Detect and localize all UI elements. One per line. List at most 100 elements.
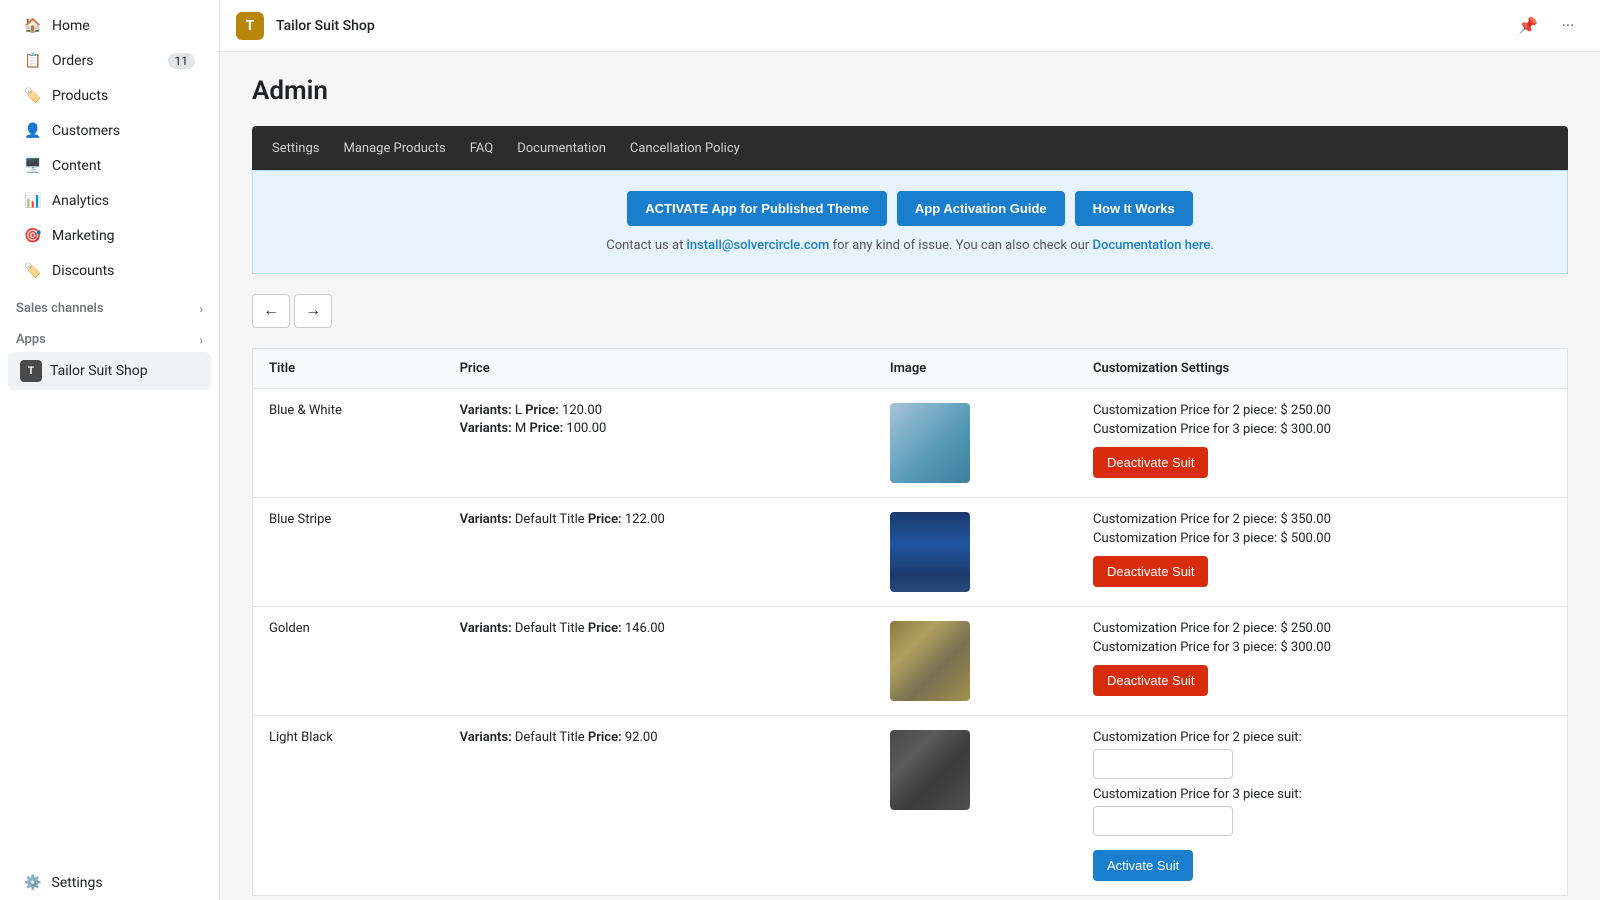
sidebar-item-tailor-suit-shop[interactable]: T Tailor Suit Shop [8,352,211,390]
contact-email[interactable]: install@solvercircle.com [687,238,830,253]
variant-price: 100.00 [566,421,606,436]
table-row: Blue Stripe Variants: Default Title Pric… [253,498,1568,607]
pin-icon: 📌 [1518,16,1538,35]
nav-documentation[interactable]: Documentation [517,129,606,168]
variant-name: M [515,421,530,436]
content-icon: 🖥️ [24,157,42,175]
apps-section[interactable]: Apps › [0,320,219,351]
sidebar-item-label: Content [52,158,101,174]
deactivate-suit-button[interactable]: Deactivate Suit [1093,665,1208,696]
app-icon: T [20,360,42,382]
table-header-row: Title Price Image Customization Settings [253,349,1568,389]
customization-price-3: Customization Price for 3 piece: $ 500.0… [1093,531,1551,546]
nav-settings[interactable]: Settings [272,129,319,168]
how-it-works-button[interactable]: How It Works [1075,191,1193,226]
product-image [890,512,970,592]
main-content: T Tailor Suit Shop 📌 ··· Admin Settings … [220,0,1600,900]
activate-suit-button[interactable]: Activate Suit [1093,850,1193,881]
products-icon: 🏷️ [24,87,42,105]
customization-cell: Customization Price for 2 piece: $ 250.0… [1077,389,1568,498]
sidebar-item-content[interactable]: 🖥️ Content [8,149,211,183]
topbar-icons: 📌 ··· [1512,10,1584,42]
customization-price-3-input[interactable] [1093,806,1233,836]
product-variants-cell: Variants: L Price: 120.00 Variants: M Pr… [444,389,874,498]
variant-line: Variants: L Price: 120.00 [460,403,858,418]
app-nav-bar: Settings Manage Products FAQ Documentati… [252,126,1568,170]
sales-channels-chevron: › [199,302,203,316]
product-image [890,403,970,483]
topbar-logo: T [236,12,264,40]
contact-mid: for any kind of issue. You can also chec… [829,238,1092,253]
nav-faq[interactable]: FAQ [470,129,493,168]
pin-button[interactable]: 📌 [1512,10,1544,42]
apps-label: Apps [16,332,46,347]
sidebar: 🏠 Home 📋 Orders 11 🏷️ Products 👤 Custome… [0,0,220,900]
variant-name: Default Title [515,730,588,745]
product-title-cell: Blue Stripe [253,498,444,607]
app-name-label: Tailor Suit Shop [50,363,148,379]
variant-price: 120.00 [562,403,602,418]
topbar: T Tailor Suit Shop 📌 ··· [220,0,1600,52]
product-title: Blue Stripe [269,512,331,527]
sidebar-item-customers[interactable]: 👤 Customers [8,114,211,148]
variant-line: Variants: Default Title Price: 146.00 [460,621,858,636]
apps-chevron: › [199,333,203,347]
sidebar-item-label: Home [52,18,90,34]
product-title-cell: Blue & White [253,389,444,498]
col-title: Title [253,349,444,389]
topbar-title: Tailor Suit Shop [276,18,1500,34]
sidebar-item-label: Marketing [52,228,115,244]
variant-name: L [515,403,525,418]
contact-end: . [1210,238,1213,253]
customization-price-3-label: Customization Price for 3 piece suit: [1093,787,1551,802]
variant-line: Variants: Default Title Price: 122.00 [460,512,858,527]
next-page-button[interactable]: → [294,294,332,328]
sidebar-item-settings[interactable]: ⚙️ Settings [8,867,211,899]
sidebar-item-analytics[interactable]: 📊 Analytics [8,184,211,218]
banner-contact-text: Contact us at install@solvercircle.com f… [606,238,1214,253]
price-label: Price: [588,512,622,527]
sidebar-item-home[interactable]: 🏠 Home [8,9,211,43]
home-icon: 🏠 [24,17,42,35]
product-title: Golden [269,621,310,636]
sidebar-item-label: Customers [52,123,120,139]
banner-buttons: ACTIVATE App for Published Theme App Act… [627,191,1192,226]
sales-channels-label: Sales channels [16,301,104,316]
customization-price-2-input[interactable] [1093,749,1233,779]
contact-prefix: Contact us at [606,238,686,253]
variant-price: 122.00 [625,512,665,527]
deactivate-suit-button[interactable]: Deactivate Suit [1093,447,1208,478]
doc-link[interactable]: Documentation here [1092,238,1210,253]
sidebar-item-label: Orders [52,53,94,69]
table-row: Blue & White Variants: L Price: 120.00 V… [253,389,1568,498]
next-icon: → [305,302,321,320]
nav-manage-products[interactable]: Manage Products [343,129,445,168]
product-title-cell: Light Black [253,716,444,896]
price-label: Price: [529,421,563,436]
sales-channels-section[interactable]: Sales channels › [0,289,219,320]
variants-label: Variants: [460,730,512,745]
product-title: Blue & White [269,403,342,418]
orders-icon: 📋 [24,52,42,70]
product-image-cell [874,716,1077,896]
col-image: Image [874,349,1077,389]
product-title-cell: Golden [253,607,444,716]
sidebar-item-marketing[interactable]: 🎯 Marketing [8,219,211,253]
customization-cell: Customization Price for 2 piece: $ 250.0… [1077,607,1568,716]
app-activation-guide-button[interactable]: App Activation Guide [897,191,1065,226]
price-label: Price: [588,621,622,636]
customers-icon: 👤 [24,122,42,140]
customization-price-3: Customization Price for 3 piece: $ 300.0… [1093,640,1551,655]
variant-price: 146.00 [625,621,665,636]
price-label: Price: [525,403,559,418]
settings-icon: ⚙️ [24,875,41,891]
more-button[interactable]: ··· [1552,10,1584,42]
prev-page-button[interactable]: ← [252,294,290,328]
activate-theme-button[interactable]: ACTIVATE App for Published Theme [627,191,887,226]
col-customization: Customization Settings [1077,349,1568,389]
deactivate-suit-button[interactable]: Deactivate Suit [1093,556,1208,587]
sidebar-item-products[interactable]: 🏷️ Products [8,79,211,113]
nav-cancellation-policy[interactable]: Cancellation Policy [630,129,740,168]
sidebar-item-orders[interactable]: 📋 Orders 11 [8,44,211,78]
sidebar-item-discounts[interactable]: 🏷️ Discounts [8,254,211,288]
